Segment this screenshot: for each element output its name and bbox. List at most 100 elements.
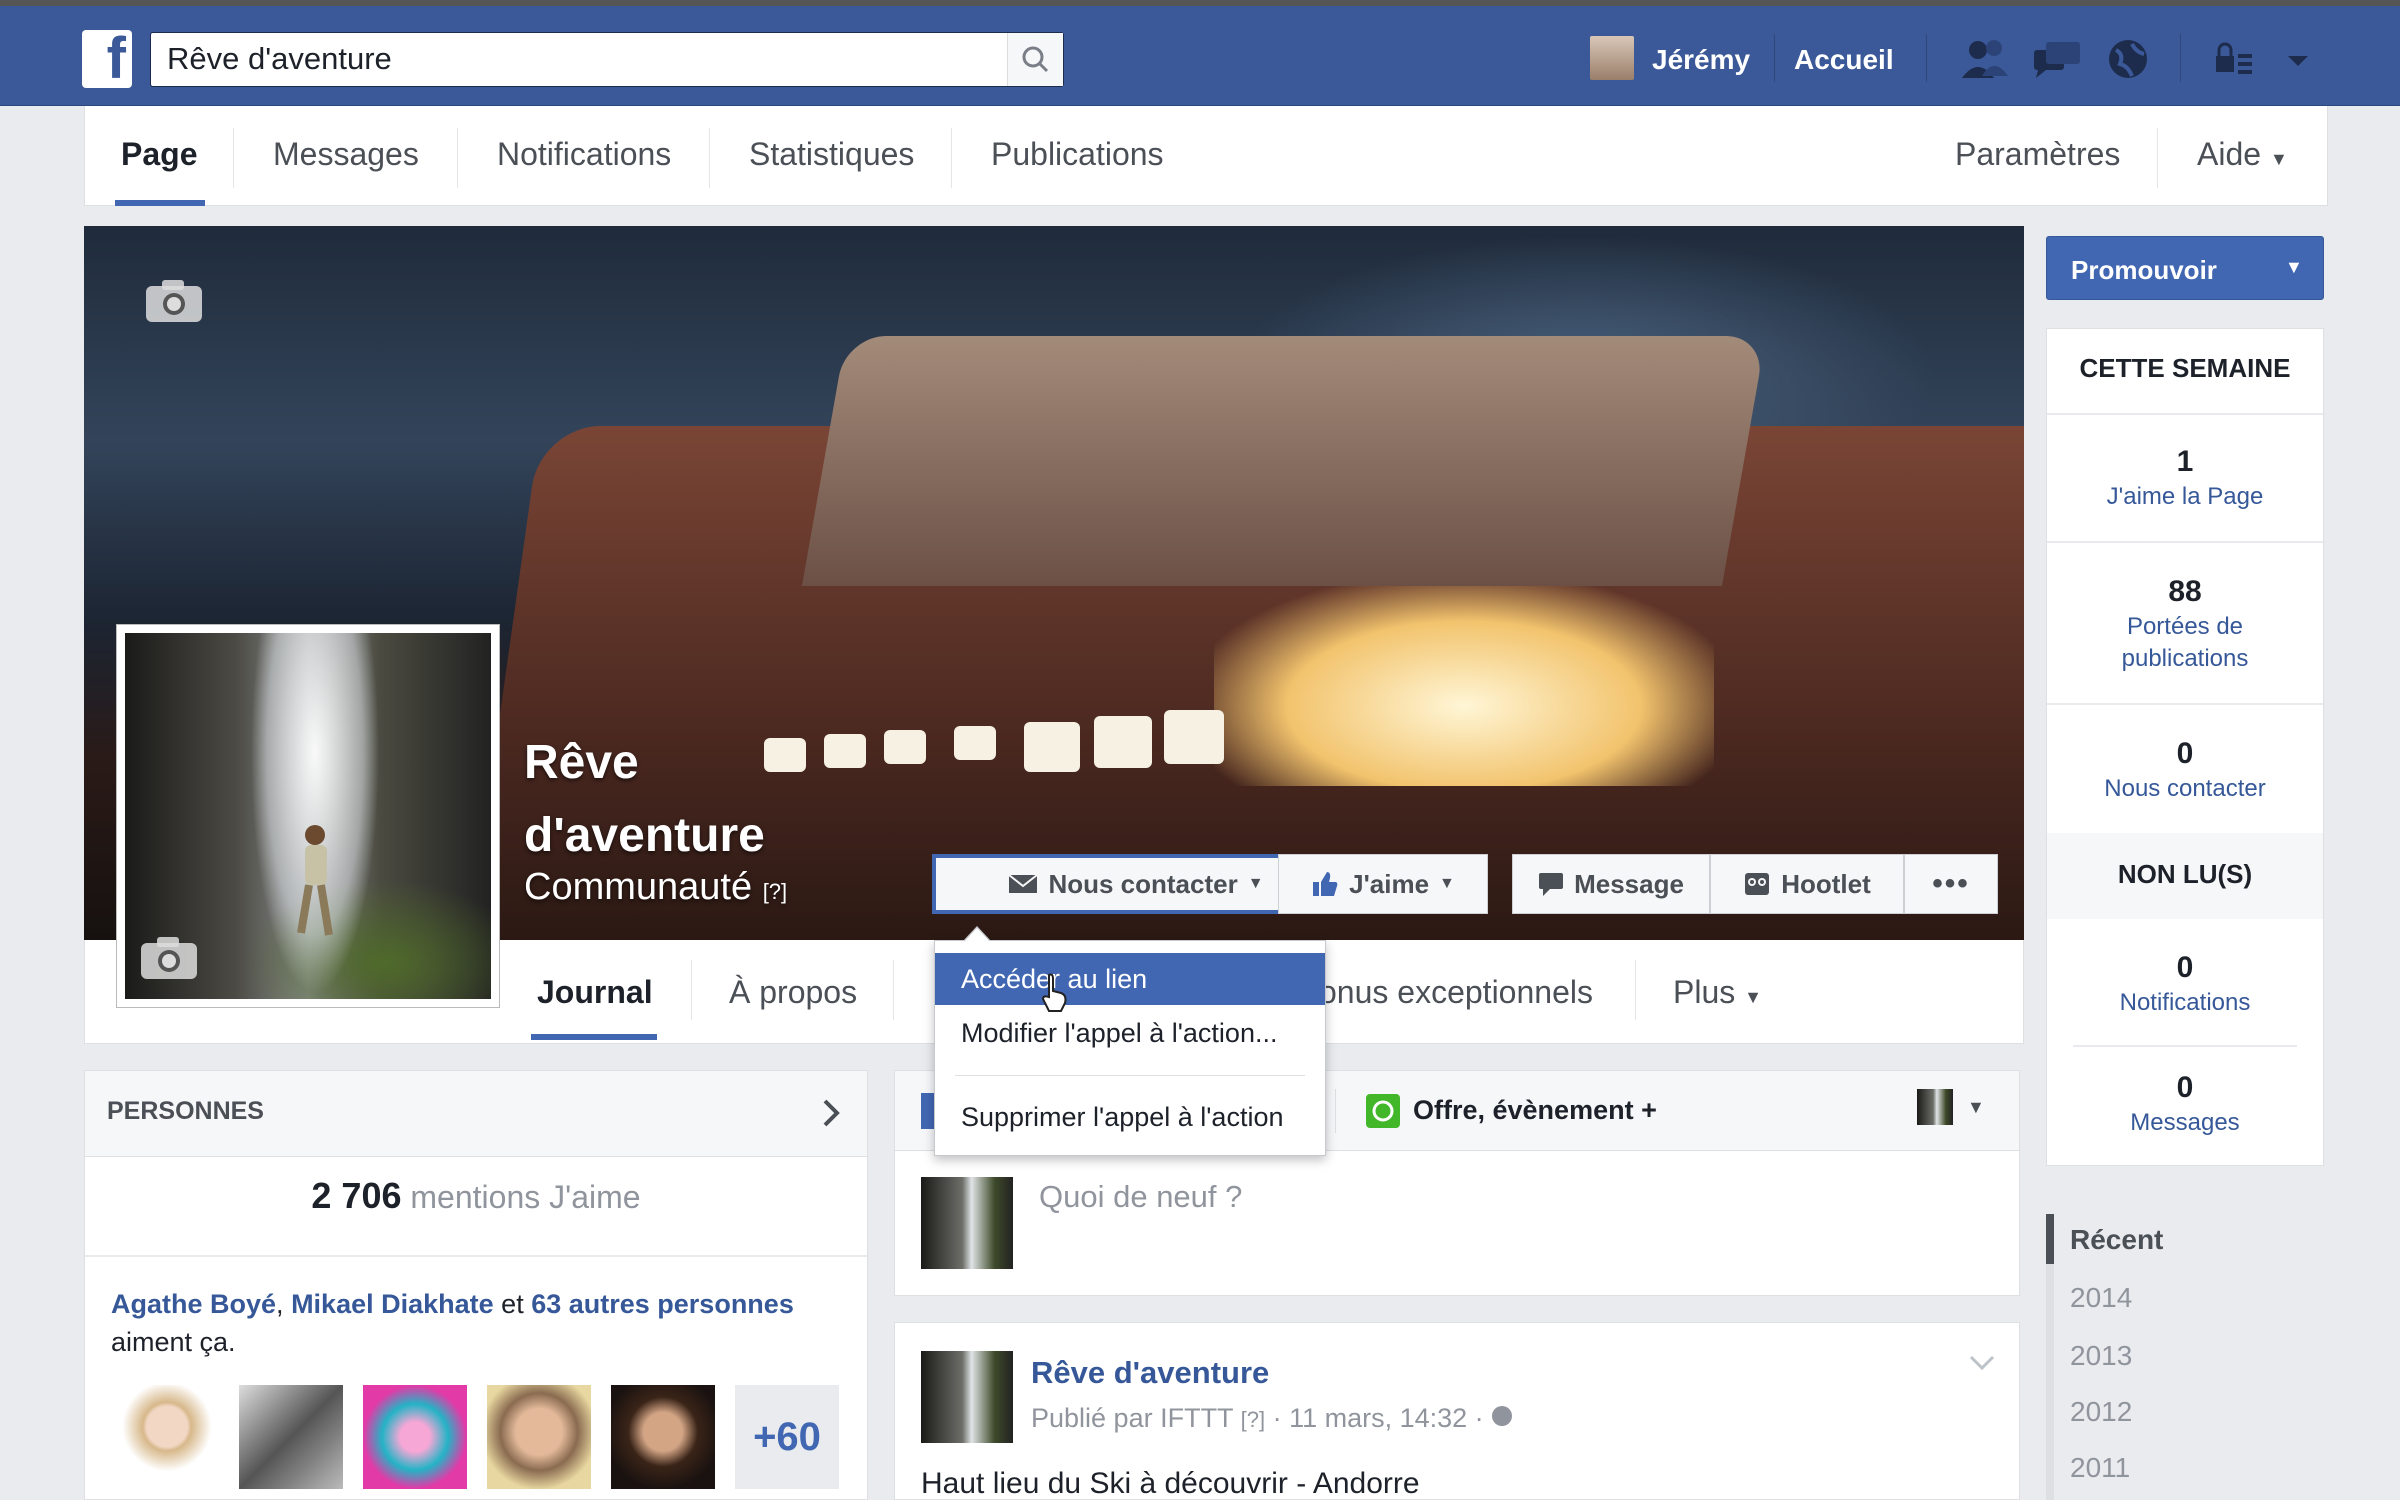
friend-avatar[interactable]: [115, 1385, 219, 1489]
others-link[interactable]: 63 autres personnes: [531, 1289, 794, 1319]
tab-bonus[interactable]: onus exceptionnels: [1319, 974, 1593, 1011]
chevron-down-icon: ▼: [2269, 149, 2288, 169]
change-profile-camera-icon[interactable]: [139, 933, 199, 981]
offer-event-icon: [1366, 1094, 1400, 1128]
divider: [2047, 541, 2323, 543]
cover-ship-light: [1214, 586, 1714, 786]
privacy-shortcuts-icon[interactable]: [2210, 36, 2260, 82]
post-author-avatar[interactable]: [921, 1351, 1013, 1443]
post-date[interactable]: · 11 mars, 14:32 ·: [1273, 1403, 1484, 1433]
messages-link[interactable]: Messages: [2047, 1107, 2323, 1139]
year-rail: [2046, 1264, 2054, 1500]
notifications-globe-icon[interactable]: [2102, 36, 2156, 82]
divider: [955, 1075, 1305, 1076]
year-2013[interactable]: 2013: [2070, 1340, 2132, 1372]
menu-item-go-to-link[interactable]: Accéder au lien: [935, 953, 1325, 1005]
divider: [691, 960, 692, 1020]
promote-button[interactable]: Promouvoir ▼: [2046, 236, 2324, 300]
chevron-down-icon: ▼: [1744, 987, 1762, 1007]
chevron-down-icon[interactable]: ▼: [2285, 257, 2303, 278]
active-tab-indicator: [115, 200, 205, 206]
menu-item-edit-cta[interactable]: Modifier l'appel à l'action...: [935, 1007, 1325, 1059]
search-input[interactable]: [151, 33, 991, 85]
change-cover-camera-icon[interactable]: [144, 276, 204, 324]
contact-link[interactable]: Nous contacter: [2047, 773, 2323, 805]
post-author-link[interactable]: Rêve d'aventure: [1031, 1355, 1269, 1391]
friend-avatar[interactable]: [239, 1385, 343, 1489]
divider: [2180, 34, 2181, 82]
more-friends-button[interactable]: +60: [735, 1385, 839, 1489]
friend-avatar[interactable]: [363, 1385, 467, 1489]
reach-count: 88: [2168, 575, 2202, 608]
composer-input[interactable]: Quoi de neuf ?: [1039, 1179, 1242, 1215]
profile-link[interactable]: Jérémy: [1652, 44, 1750, 76]
chevron-down-icon: ▼: [1247, 875, 1264, 892]
post-text: Haut lieu du Ski à découvrir - Andorre: [921, 1467, 1420, 1500]
friend-link-1[interactable]: Agathe Boyé: [111, 1289, 276, 1319]
hand-cursor-icon: [1041, 973, 1067, 1012]
page-name-line-2: d'aventure: [524, 809, 765, 862]
friend-requests-icon[interactable]: [1958, 36, 2012, 82]
profile-picture[interactable]: [116, 624, 500, 1008]
chevron-down-icon: ▼: [1439, 875, 1455, 892]
more-options-button[interactable]: •••: [1904, 854, 1998, 914]
contact-us-label: Nous contacter: [1048, 868, 1238, 899]
stats-week-title: CETTE SEMAINE: [2079, 353, 2291, 383]
page-category: Communauté [?]: [524, 866, 787, 909]
facebook-logo-icon[interactable]: f: [82, 26, 132, 91]
contact-dropdown-menu: Accéder au lien Modifier l'appel à l'act…: [934, 940, 1326, 1156]
chevron-down-icon[interactable]: ▼: [1967, 1097, 1985, 1118]
tab-journal[interactable]: Journal: [537, 974, 653, 1011]
like-this-text: aiment ça.: [111, 1327, 236, 1357]
reach-link-line-1[interactable]: Portées de: [2047, 611, 2323, 643]
like-button[interactable]: J'aime ▼: [1278, 854, 1488, 914]
menu-item-delete-cta[interactable]: Supprimer l'appel à l'action: [935, 1091, 1325, 1143]
ship-window: [954, 726, 996, 760]
category-help[interactable]: [?]: [763, 879, 787, 904]
tab-messages[interactable]: Messages: [273, 136, 419, 173]
home-link[interactable]: Accueil: [1794, 44, 1894, 76]
more-label: Plus: [1673, 974, 1736, 1010]
divider: [2047, 413, 2323, 415]
friend-avatar[interactable]: [487, 1385, 591, 1489]
tab-more[interactable]: Plus ▼: [1673, 974, 1762, 1011]
category-label: Communauté: [524, 866, 753, 908]
publisher-help[interactable]: [?]: [1241, 1407, 1265, 1432]
offer-event-tab[interactable]: Offre, évènement +: [1413, 1095, 1657, 1126]
page-admin-nav: Page Messages Notifications Statistiques…: [84, 106, 2328, 206]
year-2011[interactable]: 2011: [2070, 1452, 2130, 1484]
year-recent[interactable]: Récent: [2070, 1224, 2163, 1256]
hootlet-button[interactable]: Hootlet: [1710, 854, 1904, 914]
feed-post: Rêve d'aventure Publié par IFTTT [?] · 1…: [894, 1322, 2020, 1500]
page-name[interactable]: Rêve d'aventure: [524, 726, 765, 872]
page-avatar: [921, 1177, 1013, 1269]
tab-publications[interactable]: Publications: [991, 136, 1164, 173]
likes-count: 1: [2176, 445, 2194, 478]
year-2012[interactable]: 2012: [2070, 1396, 2132, 1428]
message-button[interactable]: Message: [1512, 854, 1710, 914]
tab-notifications[interactable]: Notifications: [497, 136, 671, 173]
likes-link[interactable]: J'aime la Page: [2047, 481, 2323, 513]
messages-icon[interactable]: [2030, 36, 2084, 82]
user-avatar[interactable]: [1590, 36, 1634, 80]
post-options-chevron-down-icon[interactable]: [1967, 1353, 1997, 1373]
status-tab-icon[interactable]: [921, 1093, 935, 1129]
post-as-avatar[interactable]: [1917, 1089, 1953, 1125]
settings-link[interactable]: Paramètres: [1955, 136, 2120, 173]
active-tab-indicator: [531, 1034, 657, 1040]
friend-avatar[interactable]: [611, 1385, 715, 1489]
search-button[interactable]: [1007, 33, 1063, 86]
reach-link-line-2[interactable]: publications: [2047, 643, 2323, 675]
chevron-right-icon: [823, 1099, 840, 1127]
friend-link-2[interactable]: Mikael Diakhate: [291, 1289, 494, 1319]
account-menu-chevron-down-icon[interactable]: [2280, 36, 2316, 82]
people-header[interactable]: PERSONNES: [85, 1071, 867, 1157]
notifications-link[interactable]: Notifications: [2047, 987, 2323, 1019]
friends-like-text: Agathe Boyé, Mikael Diakhate et 63 autre…: [111, 1289, 794, 1357]
year-2014[interactable]: 2014: [2070, 1282, 2132, 1314]
tab-about[interactable]: À propos: [729, 974, 857, 1011]
help-menu[interactable]: Aide ▼: [2197, 136, 2288, 173]
tab-statistics[interactable]: Statistiques: [749, 136, 914, 173]
tab-page[interactable]: Page: [121, 136, 197, 173]
help-label: Aide: [2197, 136, 2262, 172]
